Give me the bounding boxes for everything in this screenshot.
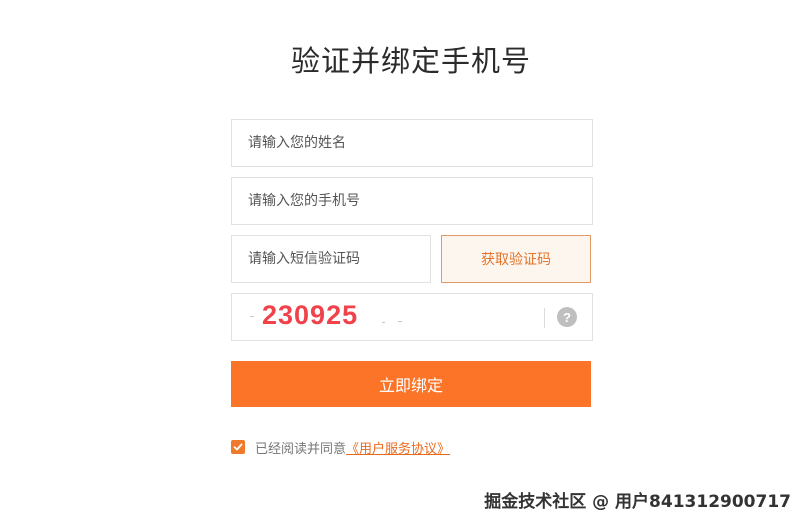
check-icon (233, 443, 243, 451)
name-field-wrapper (231, 119, 593, 167)
get-code-button[interactable]: 获取验证码 (441, 235, 591, 283)
captcha-field: 230925 ? (231, 293, 593, 341)
watermark: 掘金技术社区 @ 用户841312900717 (484, 492, 791, 512)
bind-phone-page: 验证并绑定手机号 获取验证码 230925 ? 立即绑定 已经阅读并同意 《用户… (0, 0, 805, 526)
page-title: 验证并绑定手机号 (290, 44, 531, 78)
agreement-row: 已经阅读并同意 《用户服务协议》 (231, 438, 450, 457)
name-input[interactable] (232, 120, 592, 166)
sms-code-input[interactable] (232, 236, 430, 282)
captcha-divider (544, 308, 545, 328)
captcha-noise (382, 322, 385, 323)
phone-field-wrapper (231, 177, 593, 225)
user-agreement-link[interactable]: 《用户服务协议》 (346, 438, 450, 457)
help-icon[interactable]: ? (557, 307, 577, 327)
phone-input[interactable] (232, 178, 592, 224)
captcha-code[interactable]: 230925 (262, 300, 358, 331)
captcha-noise (398, 321, 402, 322)
agreement-checkbox[interactable] (231, 440, 245, 454)
agreement-text: 已经阅读并同意 (255, 441, 347, 457)
captcha-noise (250, 316, 254, 317)
bind-submit-button[interactable]: 立即绑定 (231, 361, 591, 407)
sms-code-field-wrapper (231, 235, 431, 283)
